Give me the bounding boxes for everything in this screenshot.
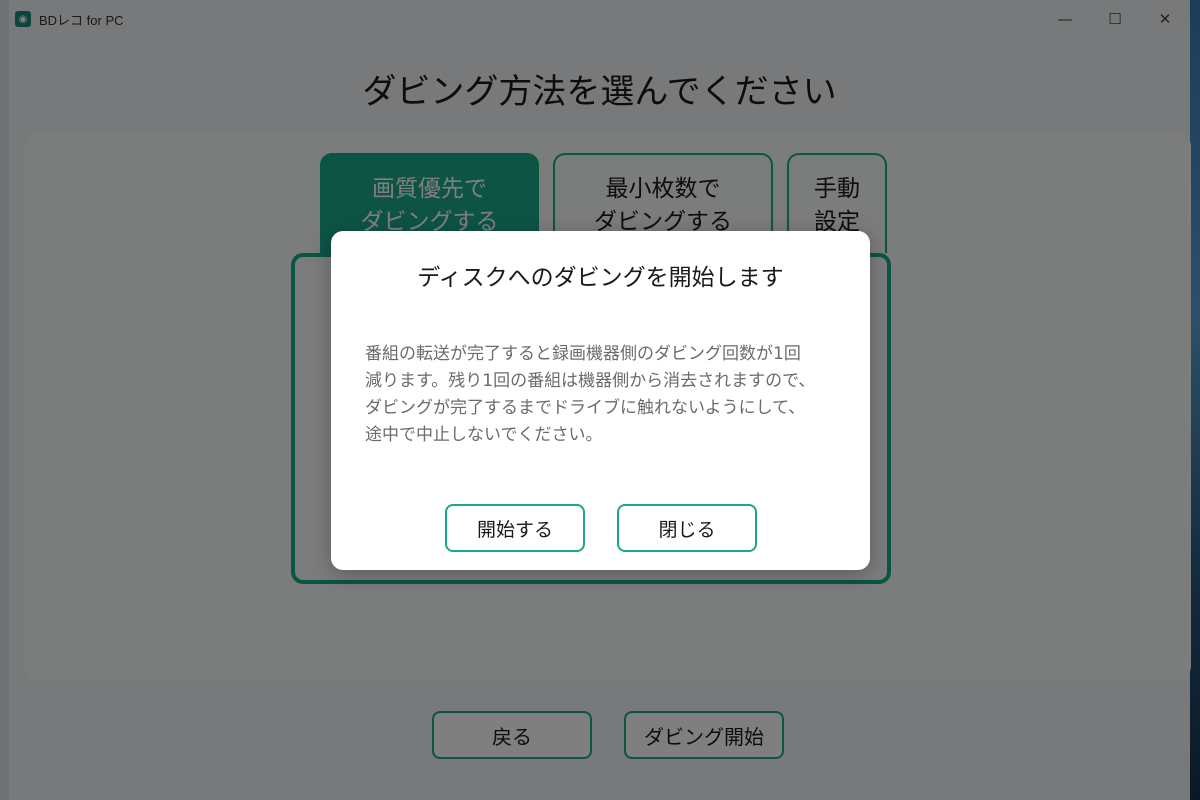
confirm-dialog: ディスクへのダビングを開始します 番組の転送が完了すると録画機器側のダビング回数… [331, 231, 870, 570]
dialog-message: 番組の転送が完了すると録画機器側のダビング回数が1回 減ります。残り1回の番組は… [365, 344, 816, 445]
dialog-start-button[interactable]: 開始する [445, 504, 585, 552]
dialog-title: ディスクへのダビングを開始します [417, 265, 784, 291]
dialog-close-button[interactable]: 閉じる [617, 504, 757, 552]
